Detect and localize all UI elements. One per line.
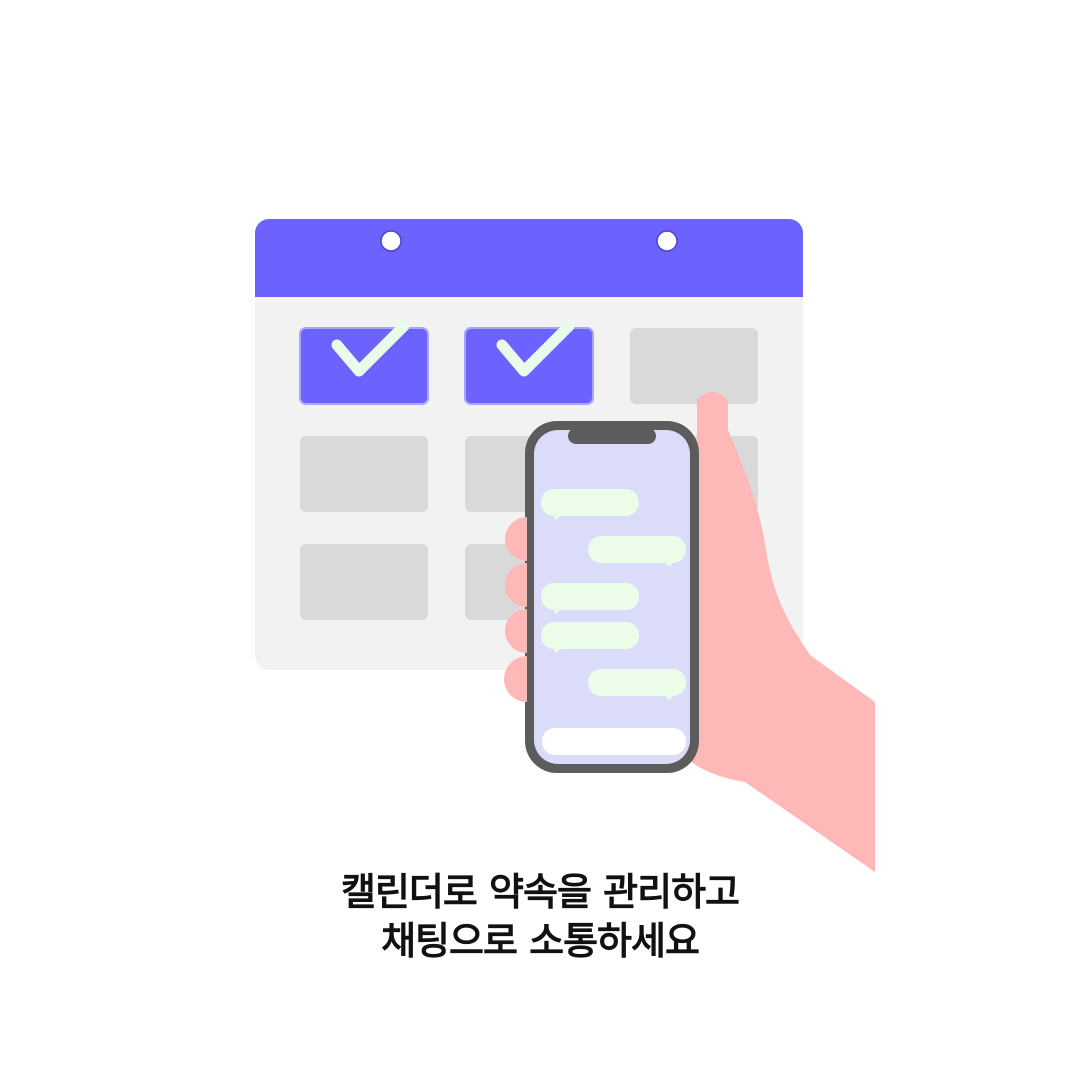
message-input-bar[interactable] xyxy=(542,728,686,755)
phone-notch xyxy=(568,428,656,444)
empty-day-box xyxy=(300,544,428,620)
chat-bubble-received[interactable] xyxy=(541,489,639,520)
caption: 캘린더로 약속을 관리하고 채팅으로 소통하세요 xyxy=(0,868,1080,966)
chat-bubble-received[interactable] xyxy=(541,622,639,653)
chat-bubble-received[interactable] xyxy=(541,583,639,614)
calendar-ring-right xyxy=(656,230,678,252)
phone xyxy=(525,421,699,773)
empty-day-box xyxy=(300,436,428,512)
calendar-day-cell[interactable] xyxy=(299,320,429,405)
caption-line-1: 캘린더로 약속을 관리하고 xyxy=(340,870,740,914)
calendar-header xyxy=(255,219,803,297)
calendar-day-cell[interactable] xyxy=(630,328,758,404)
chat-bubble-sent[interactable] xyxy=(588,669,686,700)
chat-bubble-sent[interactable] xyxy=(588,536,686,567)
bubble-body xyxy=(541,622,639,649)
bubble-body xyxy=(541,489,639,516)
caption-line-2: 채팅으로 소통하세요 xyxy=(381,919,700,963)
empty-day-box xyxy=(630,328,758,404)
calendar-day-cell[interactable] xyxy=(300,544,428,620)
illustration-stage: 캘린더로 약속을 관리하고 채팅으로 소통하세요 xyxy=(0,0,1080,1080)
calendar-day-cell[interactable] xyxy=(300,436,428,512)
calendar-day-cell[interactable] xyxy=(464,320,594,405)
bubble-body xyxy=(588,669,686,696)
calendar-ring-left xyxy=(380,230,402,252)
bubble-body xyxy=(588,536,686,563)
bubble-body xyxy=(541,583,639,610)
